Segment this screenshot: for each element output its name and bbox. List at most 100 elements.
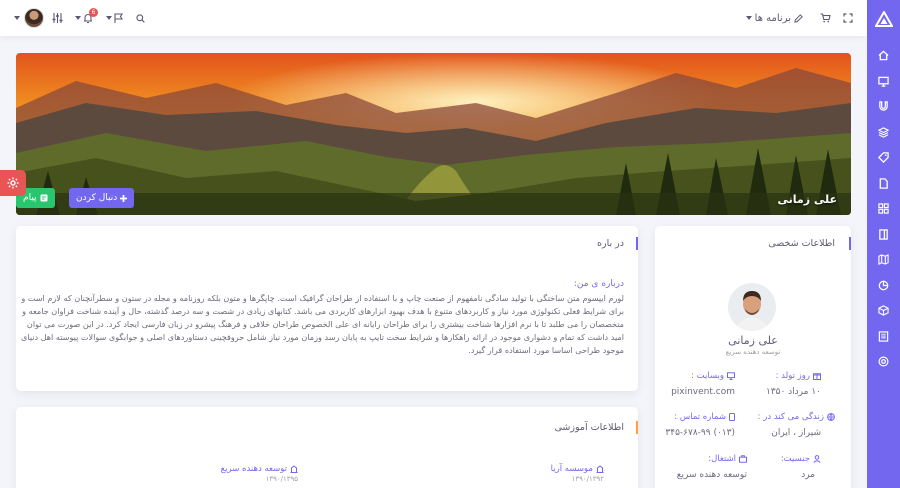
profile-name: علی زمانی xyxy=(728,334,778,347)
education-item-years: ۱۳۹۰/۱۳۹۵ xyxy=(265,475,298,483)
website-label: وبسایت : xyxy=(691,371,724,381)
gear-icon xyxy=(7,177,19,189)
plus-icon xyxy=(120,194,128,202)
tag-icon xyxy=(878,152,889,164)
cover-user-name: علی زمانی xyxy=(777,193,838,206)
follow-button-label: دنبال کردن xyxy=(76,193,118,203)
chevron-down-icon xyxy=(14,16,20,20)
map-icon xyxy=(878,254,889,266)
user-icon xyxy=(813,455,821,463)
fullscreen-button[interactable] xyxy=(843,0,853,36)
notifications-menu[interactable]: 6 xyxy=(75,0,98,36)
personal-info-card: اطلاعات شخصی علی زمانی توسعه دهنده سریع … xyxy=(655,226,851,488)
sidebar-item-tag[interactable] xyxy=(867,145,900,171)
phone-icon xyxy=(729,413,735,421)
language-menu[interactable] xyxy=(106,0,123,36)
occupation-label: اشتغال: xyxy=(708,454,736,464)
gender-label: جنسیت: xyxy=(780,454,810,464)
life-buoy-icon xyxy=(878,356,889,367)
chevron-down-icon xyxy=(75,16,81,20)
education-title: اطلاعات آموزشی xyxy=(554,422,625,433)
birthday-field: روز تولد : ۱۰ مرداد ۱۳۵۰ xyxy=(766,371,821,397)
sidebar-item-package[interactable] xyxy=(867,298,900,324)
message-button-label: پیام xyxy=(23,193,37,203)
profile-cover: علی زمانی xyxy=(16,53,851,215)
gender-value: مرد xyxy=(801,470,815,480)
lives-in-field: زندگی می کند در : شیراز ، ایران xyxy=(758,412,835,438)
chevron-down-icon xyxy=(745,16,752,20)
globe-icon xyxy=(827,413,835,421)
notification-badge: 6 xyxy=(89,7,98,17)
about-title: در باره xyxy=(597,238,624,249)
phone-field: شماره تماس : (۰۱۳) ۳۴۵-۶۷۸-۹۹ xyxy=(665,412,735,438)
brand-logo[interactable] xyxy=(867,0,900,38)
book-icon xyxy=(878,331,889,342)
grid-icon xyxy=(878,203,889,214)
phone-label: شماره تماس : xyxy=(674,412,726,422)
education-card: اطلاعات آموزشی موسسه آریا ۱۳۹۰/۱۳۹۲ توسع… xyxy=(16,407,638,488)
phone-value: (۰۱۳) ۳۴۵-۶۷۸-۹۹ xyxy=(665,428,735,438)
building-icon xyxy=(596,465,604,473)
follow-button[interactable]: دنبال کردن xyxy=(69,188,135,208)
sidebar-item-chart[interactable] xyxy=(867,273,900,299)
lives-in-label: زندگی می کند در : xyxy=(757,412,824,422)
search-icon xyxy=(136,13,145,23)
website-value[interactable]: pixinvent.com xyxy=(671,387,735,397)
building-icon xyxy=(290,465,298,473)
sliders-icon xyxy=(52,13,63,23)
message-icon xyxy=(40,194,48,202)
top-navbar: برنامه ها 6 xyxy=(0,0,867,36)
education-item-name: توسعه دهنده سریع xyxy=(220,464,287,474)
card-accent xyxy=(849,237,851,250)
lives-in-value: شیراز ، ایران xyxy=(771,428,821,438)
card-accent xyxy=(636,421,638,434)
pie-chart-icon xyxy=(878,280,889,291)
occupation-value: توسعه دهنده سریع xyxy=(676,470,747,480)
about-subtitle: درباره ی من: xyxy=(573,279,624,289)
sidebar-item-sidebar[interactable] xyxy=(867,222,900,248)
birthday-value: ۱۰ مرداد ۱۳۵۰ xyxy=(765,387,821,397)
education-item: توسعه دهنده سریع ۱۳۹۰/۱۳۹۵ xyxy=(221,464,298,483)
sidebar-item-support[interactable] xyxy=(867,349,900,375)
monitor-icon xyxy=(727,372,735,380)
sidebar-item-map[interactable] xyxy=(867,247,900,273)
apps-menu[interactable]: برنامه ها xyxy=(745,0,803,36)
about-card: در باره درباره ی من: لورم ایپسوم متن ساخ… xyxy=(16,226,638,391)
profile-role: توسعه دهنده سریع xyxy=(725,348,781,356)
cart-icon xyxy=(820,13,831,23)
edit-icon xyxy=(794,13,803,23)
personal-title: اطلاعات شخصی xyxy=(768,238,835,249)
user-avatar xyxy=(24,8,44,28)
website-field: وبسایت : pixinvent.com xyxy=(671,371,735,397)
education-item-name: موسسه آریا xyxy=(550,464,593,474)
search-button[interactable] xyxy=(136,0,145,36)
theme-customizer-toggle[interactable] xyxy=(0,170,26,196)
briefcase-icon xyxy=(739,455,747,463)
monitor-icon xyxy=(878,76,889,87)
magnet-icon xyxy=(879,101,888,112)
cart-button[interactable] xyxy=(820,0,831,36)
sidebar-item-monitor[interactable] xyxy=(867,69,900,95)
sidebar-item-file[interactable] xyxy=(867,171,900,197)
gender-field: جنسیت: مرد xyxy=(781,454,821,480)
sidebar-item-home[interactable] xyxy=(867,43,900,69)
profile-photo xyxy=(728,283,776,331)
main-sidebar xyxy=(867,0,900,488)
card-accent xyxy=(636,237,638,250)
education-item: موسسه آریا ۱۳۹۰/۱۳۹۲ xyxy=(551,464,604,483)
customizer-button[interactable] xyxy=(52,0,63,36)
package-icon xyxy=(878,305,889,316)
chevron-down-icon xyxy=(106,16,112,20)
gift-icon xyxy=(813,373,821,380)
profile-avatar xyxy=(728,283,776,331)
sidebar-item-grid[interactable] xyxy=(867,196,900,222)
home-icon xyxy=(878,50,889,61)
sidebar-item-layers[interactable] xyxy=(867,120,900,146)
education-item-years: ۱۳۹۰/۱۳۹۲ xyxy=(571,475,604,483)
sidebar-item-magnet[interactable] xyxy=(867,94,900,120)
sidebar-item-book[interactable] xyxy=(867,324,900,350)
apps-menu-label: برنامه ها xyxy=(754,12,791,24)
user-menu[interactable] xyxy=(14,0,44,36)
logo-icon xyxy=(874,11,893,27)
sidebar-icon xyxy=(879,229,888,240)
